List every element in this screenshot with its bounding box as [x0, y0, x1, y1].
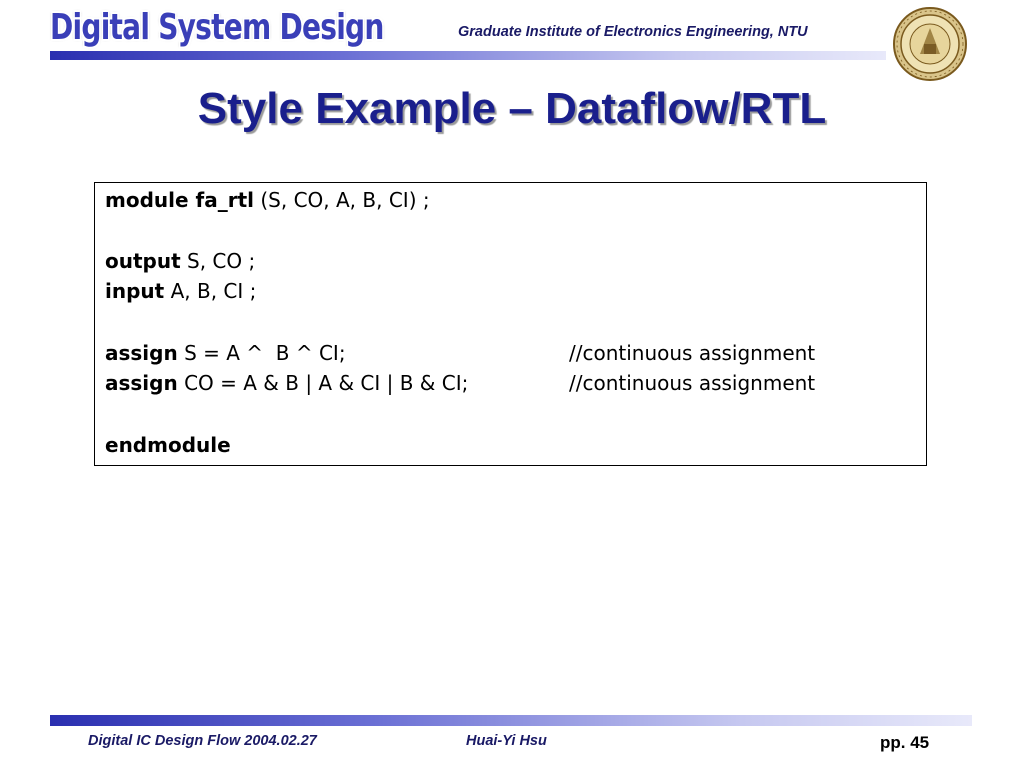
code-comment: //continuous assignment [569, 341, 816, 365]
code-line-assign-co: assign CO = A & B | A & CI | B & CI; [105, 369, 468, 397]
code-line-output: output S, CO ; [105, 247, 255, 275]
header-gradient-bar [50, 51, 886, 60]
slide: Digital System Design Graduate Institute… [0, 0, 1024, 768]
code-line-endmodule: endmodule [105, 431, 231, 459]
footer-author: Huai-Yi Hsu [466, 733, 547, 749]
course-logo-text: Digital System Design [50, 7, 384, 48]
code-line-input: input A, B, CI ; [105, 277, 256, 305]
code-text: (S, CO, A, B, CI) ; [254, 188, 430, 212]
code-comment: //continuous assignment [569, 371, 816, 395]
page-number: pp. 45 [880, 733, 930, 752]
code-line-assign-s: assign S = A ^ B ^ CI; [105, 339, 346, 367]
keyword: assign [105, 341, 178, 365]
keyword: output [105, 249, 181, 273]
keyword: endmodule [105, 433, 231, 457]
institute-name: Graduate Institute of Electronics Engine… [458, 24, 808, 40]
slide-title: Style Example – Dataflow/RTL [197, 84, 827, 133]
keyword: module fa_rtl [105, 188, 254, 212]
code-text: S = A ^ B ^ CI; [177, 341, 346, 365]
code-block: module fa_rtl (S, CO, A, B, CI) ; output… [94, 182, 927, 466]
footer-gradient-bar [50, 715, 972, 726]
code-text: S, CO ; [180, 249, 256, 273]
code-text: A, B, CI ; [164, 279, 257, 303]
footer-course: Digital IC Design Flow 2004.02.27 [88, 733, 317, 749]
keyword: input [105, 279, 165, 303]
code-text: CO = A & B | A & CI | B & CI; [177, 371, 469, 395]
keyword: assign [105, 371, 178, 395]
code-line-module: module fa_rtl (S, CO, A, B, CI) ; [105, 186, 430, 214]
university-seal-icon [893, 7, 967, 81]
